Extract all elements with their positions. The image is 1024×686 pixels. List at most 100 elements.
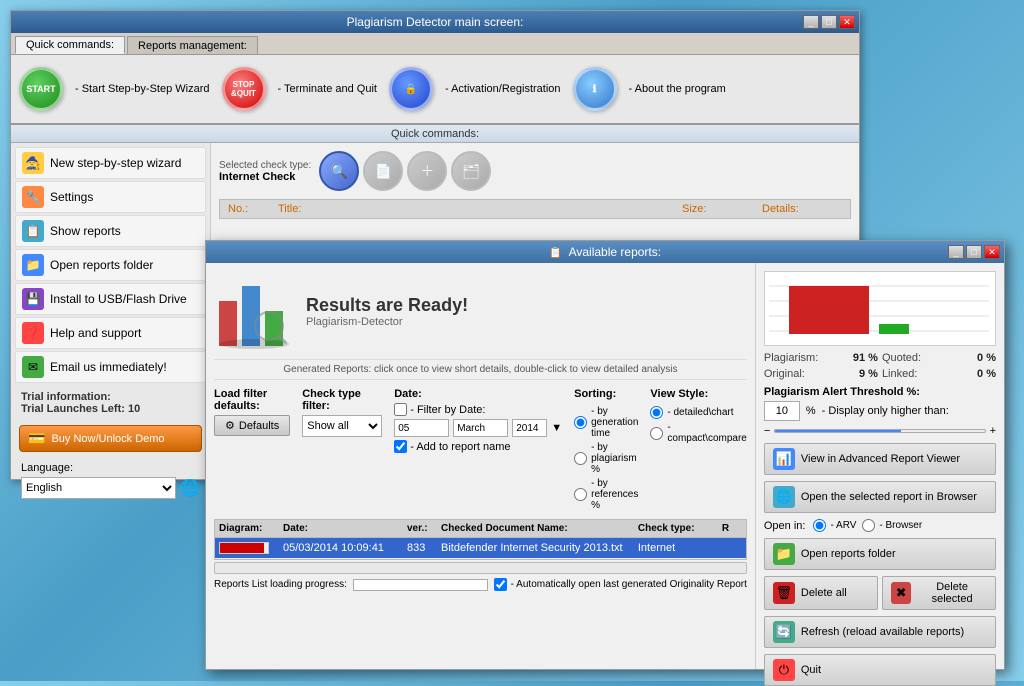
stats-grid: Plagiarism: 91 % Quoted: 0 % Original: 9… — [764, 352, 996, 380]
filter-row: Load filter defaults: ⚙ Defaults Check t… — [214, 388, 747, 511]
minimize-button[interactable]: _ — [803, 15, 819, 29]
rw-left-panel: Results are Ready! Plagiarism-Detector G… — [206, 263, 756, 669]
date-month-input[interactable] — [453, 419, 508, 437]
check-type-filter-select[interactable]: Show all — [302, 415, 382, 437]
reports-window-icon: 📋 — [549, 246, 563, 259]
help-icon: ❓ — [22, 322, 44, 344]
auto-open-checkbox[interactable] — [494, 578, 507, 591]
sidebar-item-email[interactable]: ✉ Email us immediately! — [15, 351, 206, 383]
toolbar: START - Start Step-by-Step Wizard STOP &… — [11, 55, 859, 125]
internet-check-icon[interactable]: 🔍 — [319, 151, 359, 191]
threshold-slider[interactable] — [774, 429, 985, 433]
add-to-report-checkbox[interactable] — [394, 440, 407, 453]
activation-button[interactable]: 🔒 — [389, 67, 433, 111]
diagram-cell — [219, 542, 279, 554]
refresh-button[interactable]: 🔄 Refresh (reload available reports) — [764, 616, 996, 648]
activation-label: - Activation/Registration — [445, 83, 561, 95]
main-window-title: Plagiarism Detector main screen: — [347, 15, 524, 29]
language-select[interactable]: English — [21, 477, 176, 499]
tab-quick-commands[interactable]: Quick commands: — [15, 36, 125, 54]
sidebar-item-reports[interactable]: 📋 Show reports — [15, 215, 206, 247]
threshold-input[interactable] — [764, 401, 800, 421]
threshold-slider-row: − + — [764, 425, 996, 437]
start-label: - Start Step-by-Step Wizard — [75, 83, 210, 95]
view-advanced-button[interactable]: 📊 View in Advanced Report Viewer — [764, 443, 996, 475]
original-stat: Original: 9 % — [764, 368, 878, 380]
results-icon — [214, 271, 294, 351]
start-icon: START — [19, 67, 63, 111]
folder-icon: 📁 — [22, 254, 44, 276]
defaults-button[interactable]: ⚙ Defaults — [214, 415, 290, 436]
quick-commands-bar: Quick commands: — [11, 125, 859, 143]
reports-icon: 📋 — [22, 220, 44, 242]
date-dropdown-icon[interactable]: ▼ — [551, 422, 562, 434]
sidebar-item-settings[interactable]: 🔧 Settings — [15, 181, 206, 213]
quit-button[interactable]: ⏻ Quit — [764, 654, 996, 686]
quoted-stat: Quoted: 0 % — [882, 352, 996, 364]
tabs-bar: Quick commands: Reports management: — [11, 33, 859, 55]
tab-reports-management[interactable]: Reports management: — [127, 36, 258, 54]
open-in-arv[interactable]: - ARV — [813, 519, 856, 532]
delete-buttons-row: 🗑 Delete all ✖ Delete selected — [764, 576, 996, 610]
reports-table: Diagram: Date: ver.: Checked Document Na… — [214, 519, 747, 560]
main-title-bar: Plagiarism Detector main screen: _ □ ✕ — [11, 11, 859, 33]
date-day-input[interactable] — [394, 419, 449, 437]
close-button[interactable]: ✕ — [839, 15, 855, 29]
table-row[interactable]: 05/03/2014 10:09:41 833 Bitdefender Inte… — [215, 538, 746, 559]
open-in-browser[interactable]: - Browser — [862, 519, 922, 532]
chart-container — [764, 271, 996, 346]
maximize-button[interactable]: □ — [821, 15, 837, 29]
stop-icon: STOP &QUIT — [222, 67, 266, 111]
delete-all-icon: 🗑 — [773, 582, 795, 604]
advanced-viewer-icon: 📊 — [773, 448, 795, 470]
filter-by-date-checkbox[interactable] — [394, 403, 407, 416]
slider-plus-icon[interactable]: + — [990, 425, 996, 437]
open-browser-button[interactable]: 🌐 Open the selected report in Browser — [764, 481, 996, 513]
open-in-row: Open in: - ARV - Browser — [764, 519, 996, 532]
sidebar-item-help[interactable]: ❓ Help and support — [15, 317, 206, 349]
delete-selected-button[interactable]: ✖ Delete selected — [882, 576, 996, 610]
linked-stat: Linked: 0 % — [882, 368, 996, 380]
rw-close-button[interactable]: ✕ — [984, 245, 1000, 259]
mastercard-icon: 💳 — [28, 430, 45, 447]
sidebar-item-wizard[interactable]: 🧙 New step-by-step wizard — [15, 147, 206, 179]
rw-minimize-button[interactable]: _ — [948, 245, 964, 259]
rw-content: Results are Ready! Plagiarism-Detector G… — [206, 263, 1004, 669]
view-compact-compare[interactable]: - compact\compare — [650, 422, 746, 444]
horizontal-scrollbar[interactable] — [214, 562, 747, 574]
sort-references[interactable]: - by references % — [574, 478, 638, 511]
results-text: Results are Ready! Plagiarism-Detector — [306, 295, 468, 328]
browser-icon: 🌐 — [773, 486, 795, 508]
file-check-icon[interactable]: 📄 — [363, 151, 403, 191]
slider-minus-icon[interactable]: − — [764, 425, 770, 437]
view-detailed-chart[interactable]: - detailed\chart — [650, 406, 746, 419]
settings-icon: 🔧 — [22, 186, 44, 208]
sidebar: 🧙 New step-by-step wizard 🔧 Settings 📋 S… — [11, 143, 211, 479]
open-reports-folder-button[interactable]: 📁 Open reports folder — [764, 538, 996, 570]
about-label: - About the program — [629, 83, 726, 95]
start-button[interactable]: START — [19, 67, 63, 111]
stop-button[interactable]: STOP &QUIT — [222, 67, 266, 111]
sort-plagiarism[interactable]: - by plagiarism % — [574, 442, 638, 475]
refresh-icon: 🔄 — [773, 621, 795, 643]
buy-button[interactable]: 💳 Buy Now/Unlock Demo — [19, 425, 202, 452]
generated-text: Generated Reports: click once to view sh… — [214, 359, 747, 380]
date-filter-group: Date: - Filter by Date: ▼ - Add to repor… — [394, 388, 562, 511]
sort-generation-time[interactable]: - by generation time — [574, 406, 638, 439]
check-icons: 🔍 📄 ＋ 🗂 — [319, 151, 491, 191]
about-button[interactable]: ℹ — [573, 67, 617, 111]
delete-all-button[interactable]: 🗑 Delete all — [764, 576, 878, 610]
sidebar-item-usb[interactable]: 💾 Install to USB/Flash Drive — [15, 283, 206, 315]
date-year-input[interactable] — [512, 419, 547, 437]
table-header: No.: Title: Size: Details: — [219, 199, 851, 219]
reports-window: 📋 Available reports: _ □ ✕ — [205, 240, 1005, 670]
plus-icon[interactable]: ＋ — [407, 151, 447, 191]
check-type-info: Selected check type: Internet Check — [219, 160, 311, 183]
delete-selected-icon: ✖ — [891, 582, 911, 604]
sidebar-item-open-folder[interactable]: 📁 Open reports folder — [15, 249, 206, 281]
rw-maximize-button[interactable]: □ — [966, 245, 982, 259]
threshold-section: Plagiarism Alert Threshold %: % - Displa… — [764, 386, 996, 437]
archive-check-icon[interactable]: 🗂 — [451, 151, 491, 191]
reports-title-bar: 📋 Available reports: _ □ ✕ — [206, 241, 1004, 263]
check-type-filter-group: Check type filter: Show all — [302, 388, 382, 511]
